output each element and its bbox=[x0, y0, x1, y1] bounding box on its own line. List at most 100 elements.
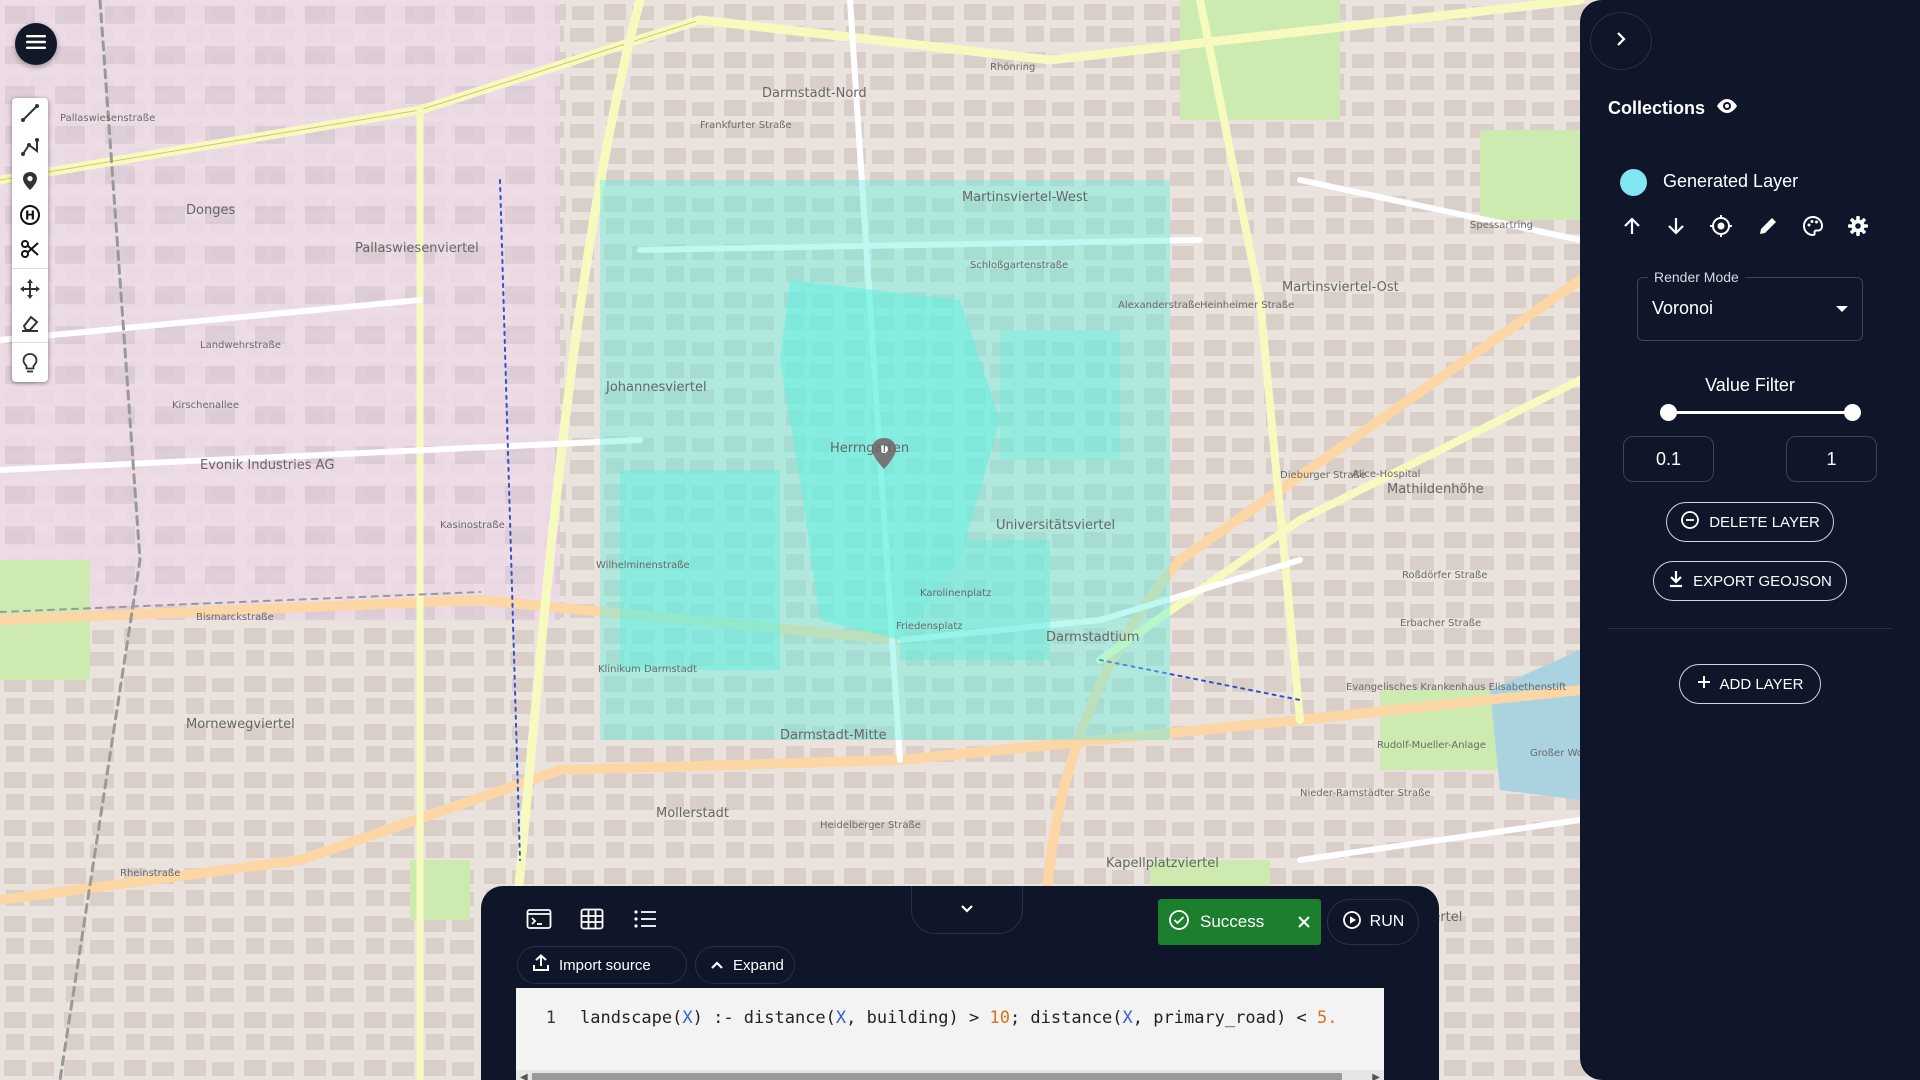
value-filter-max-input[interactable] bbox=[1786, 436, 1877, 482]
value-filter-slider[interactable] bbox=[1660, 404, 1861, 421]
editor-horizontal-scrollbar[interactable]: ◀ ▶ bbox=[516, 1070, 1384, 1080]
slider-min-handle[interactable] bbox=[1660, 404, 1677, 421]
erase-tool[interactable] bbox=[12, 308, 48, 342]
scissors-icon bbox=[20, 239, 40, 264]
layer-color-swatch[interactable] bbox=[1620, 169, 1647, 196]
arrow-up-icon bbox=[1623, 216, 1641, 241]
value-filter-min-input[interactable] bbox=[1623, 436, 1714, 482]
render-mode-select[interactable]: Render Mode Voronoi bbox=[1637, 269, 1863, 341]
run-label: RUN bbox=[1369, 913, 1405, 930]
move-layer-up-button[interactable] bbox=[1618, 214, 1646, 242]
code-line[interactable]: landscape(X) :- distance(X, building) > … bbox=[580, 1008, 1338, 1028]
export-geojson-button[interactable]: EXPORT GEOJSON bbox=[1653, 561, 1847, 601]
grid-icon bbox=[580, 908, 604, 935]
hamburger-icon bbox=[26, 34, 46, 55]
expand-button[interactable]: Expand bbox=[695, 946, 795, 984]
cut-tool[interactable] bbox=[12, 234, 48, 268]
chevron-down-icon bbox=[960, 901, 974, 919]
code-token: 10 bbox=[989, 1008, 1010, 1028]
code-token: X bbox=[682, 1008, 693, 1028]
draw-toolbar: H bbox=[12, 98, 48, 382]
draw-marker-tool[interactable] bbox=[12, 166, 48, 200]
query-console: Import source Expand Success RUN 1 lands… bbox=[481, 886, 1439, 1080]
draw-polyline-tool[interactable] bbox=[12, 132, 48, 166]
render-mode-label: Render Mode bbox=[1648, 269, 1745, 285]
scroll-left-icon[interactable]: ◀ bbox=[520, 1072, 528, 1080]
chevron-right-icon bbox=[1615, 31, 1627, 52]
add-layer-label: ADD LAYER bbox=[1719, 675, 1804, 693]
editor-gutter bbox=[516, 988, 564, 1080]
layer-name: Generated Layer bbox=[1663, 171, 1799, 191]
slider-track bbox=[1668, 411, 1852, 414]
move-tool[interactable] bbox=[12, 274, 48, 308]
code-token: X bbox=[1122, 1008, 1133, 1028]
scrollbar-thumb[interactable] bbox=[532, 1073, 1342, 1080]
move-layer-down-button[interactable] bbox=[1662, 214, 1690, 242]
code-token: , primary_road) < bbox=[1132, 1008, 1318, 1028]
export-geojson-label: EXPORT GEOJSON bbox=[1693, 572, 1832, 590]
target-icon bbox=[1709, 214, 1733, 243]
terminal-icon bbox=[526, 908, 552, 935]
close-icon[interactable] bbox=[1297, 915, 1311, 929]
svg-text:H: H bbox=[25, 208, 35, 222]
pencil-icon bbox=[1757, 215, 1779, 242]
palette-icon bbox=[1802, 215, 1824, 242]
layer-settings-button[interactable] bbox=[1844, 214, 1872, 242]
code-token: ; distance( bbox=[1009, 1008, 1123, 1028]
layer-actions bbox=[1618, 214, 1918, 244]
delete-layer-label: DELETE LAYER bbox=[1709, 513, 1820, 531]
upload-icon bbox=[532, 954, 550, 976]
terminal-view-button[interactable] bbox=[524, 907, 554, 935]
draw-line-tool[interactable] bbox=[12, 98, 48, 132]
collections-title: Collections bbox=[1608, 98, 1706, 118]
polyline-icon bbox=[20, 137, 40, 162]
play-circle-icon bbox=[1342, 910, 1362, 935]
run-button[interactable]: RUN bbox=[1327, 899, 1419, 945]
caret-down-icon bbox=[1836, 306, 1848, 312]
code-token: ) :- distance( bbox=[692, 1008, 836, 1028]
table-view-button[interactable] bbox=[577, 907, 607, 935]
render-mode-value: Voronoi bbox=[1652, 298, 1714, 318]
chevron-up-icon bbox=[710, 957, 724, 974]
suggest-tool[interactable] bbox=[12, 348, 48, 382]
arrow-down-icon bbox=[1667, 216, 1685, 241]
code-token: X bbox=[835, 1008, 847, 1028]
add-layer-button[interactable]: ADD LAYER bbox=[1679, 664, 1821, 704]
eye-icon[interactable] bbox=[1715, 98, 1739, 119]
plus-icon bbox=[1697, 675, 1711, 693]
download-icon bbox=[1668, 570, 1684, 592]
edit-layer-button[interactable] bbox=[1754, 214, 1782, 242]
list-icon bbox=[633, 909, 657, 934]
marker-icon bbox=[21, 171, 39, 196]
hub-icon: H bbox=[19, 204, 41, 231]
code-token: 5. bbox=[1317, 1008, 1338, 1028]
locate-layer-button[interactable] bbox=[1707, 214, 1735, 242]
panel-divider bbox=[1608, 628, 1892, 629]
eraser-icon bbox=[20, 313, 40, 338]
value-filter-label: Value Filter bbox=[1705, 375, 1795, 395]
collapse-panel-button[interactable] bbox=[1590, 12, 1652, 70]
collections-panel: Collections Generated Layer Render Mode … bbox=[1580, 0, 1920, 1080]
remove-circle-icon bbox=[1680, 510, 1700, 534]
slider-max-handle[interactable] bbox=[1844, 404, 1861, 421]
import-source-label: Import source bbox=[559, 956, 651, 974]
line-number: 1 bbox=[545, 1008, 556, 1028]
list-view-button[interactable] bbox=[630, 907, 660, 935]
success-toast: Success bbox=[1158, 899, 1321, 945]
style-layer-button[interactable] bbox=[1799, 214, 1827, 242]
collapse-console-button[interactable] bbox=[911, 886, 1023, 934]
bulb-icon bbox=[21, 352, 39, 379]
gear-icon bbox=[1847, 215, 1869, 242]
code-editor[interactable]: 1 landscape(X) :- distance(X, building) … bbox=[516, 988, 1384, 1080]
code-token: landscape( bbox=[580, 1008, 683, 1028]
line-icon bbox=[20, 103, 40, 128]
import-source-button[interactable]: Import source bbox=[517, 946, 687, 984]
move-icon bbox=[20, 278, 40, 304]
collections-header: Collections bbox=[1608, 98, 1739, 119]
code-token: , building) > bbox=[846, 1008, 990, 1028]
scroll-right-icon[interactable]: ▶ bbox=[1372, 1072, 1380, 1080]
delete-layer-button[interactable]: DELETE LAYER bbox=[1666, 502, 1834, 542]
check-circle-icon bbox=[1168, 909, 1190, 936]
main-menu-button[interactable] bbox=[15, 23, 57, 65]
draw-hub-tool[interactable]: H bbox=[12, 200, 48, 234]
